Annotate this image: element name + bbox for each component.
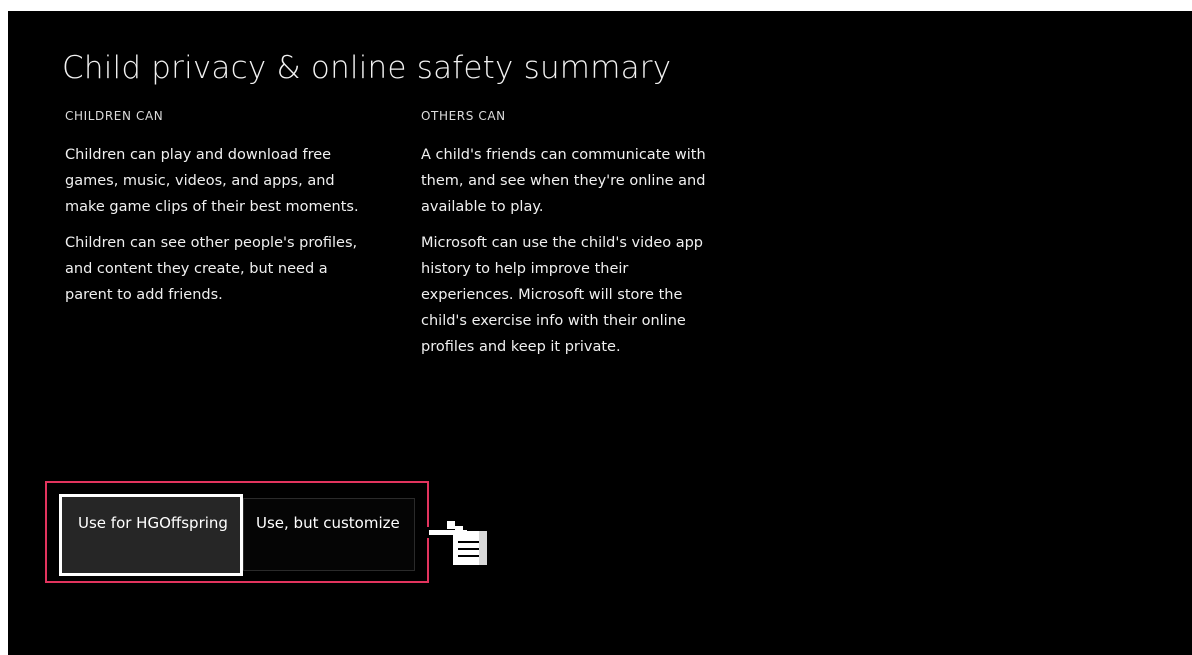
- use-for-child-label: Use for HGOffspring: [78, 514, 228, 532]
- children-can-paragraph-2: Children can see other people's profiles…: [65, 235, 358, 303]
- others-can-paragraph-1: A child's friends can communicate with t…: [421, 147, 706, 215]
- others-can-paragraph-2: Microsoft can use the child's video app …: [421, 235, 704, 355]
- use-but-customize-button[interactable]: Use, but customize: [243, 498, 415, 571]
- children-can-column: CHILDREN CAN Children can play and downl…: [65, 108, 365, 318]
- others-can-column: OTHERS CAN A child's friends can communi…: [421, 108, 721, 370]
- xbox-screen: Child privacy & online safety summary CH…: [8, 11, 1192, 655]
- use-but-customize-label: Use, but customize: [256, 514, 400, 532]
- hand-pointer-icon: [426, 518, 490, 569]
- others-can-heading: OTHERS CAN: [421, 109, 506, 123]
- page-title: Child privacy & online safety summary: [62, 50, 672, 86]
- children-can-heading: CHILDREN CAN: [65, 109, 164, 123]
- use-for-child-button[interactable]: Use for HGOffspring: [59, 494, 243, 576]
- children-can-paragraph-1: Children can play and download free game…: [65, 147, 359, 215]
